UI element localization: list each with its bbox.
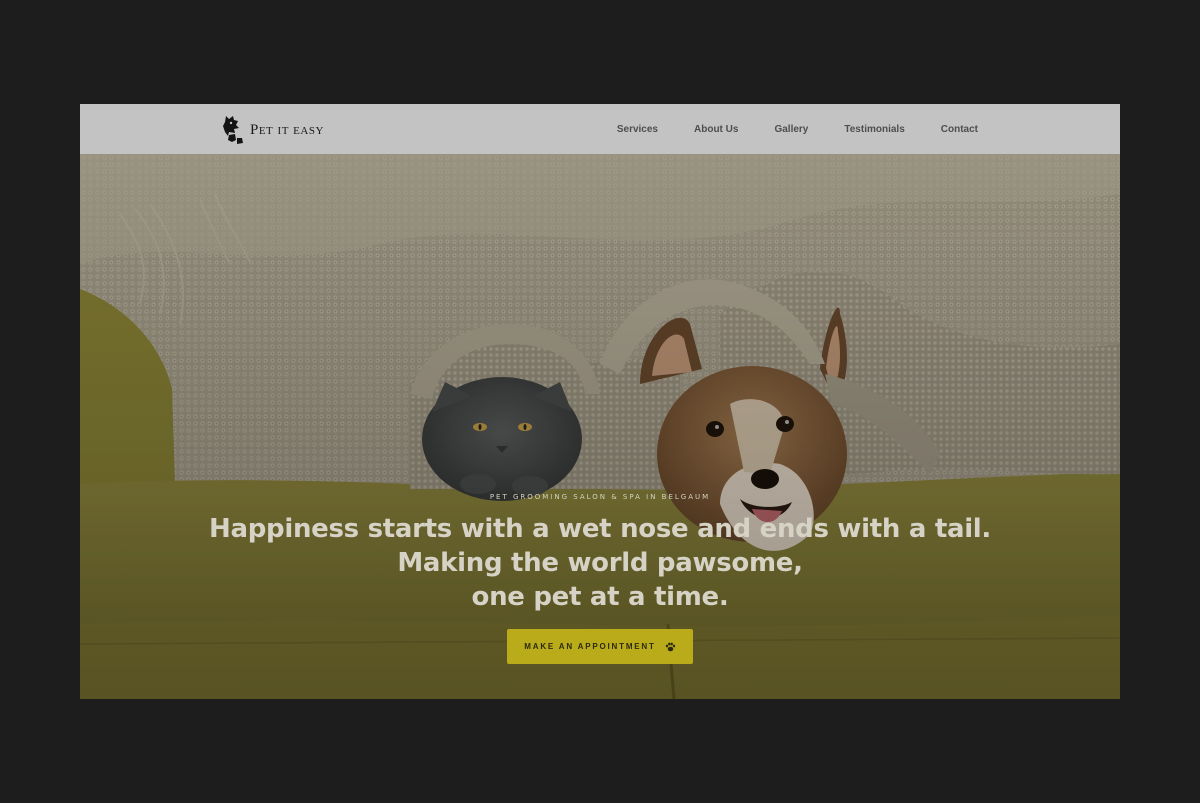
nav-contact[interactable]: Contact <box>941 124 978 135</box>
pet-logo-icon <box>223 116 243 144</box>
cta-label: MAKE AN APPOINTMENT <box>524 642 656 651</box>
brand-logo[interactable]: Pet it easy <box>220 114 324 146</box>
website-frame: Pet it easy Services About Us Gallery Te… <box>80 104 1120 699</box>
hero-image <box>80 154 1120 699</box>
nav-gallery[interactable]: Gallery <box>774 124 808 135</box>
nav-about-us[interactable]: About Us <box>694 124 738 135</box>
headline-line-1: Happiness starts with a wet nose and end… <box>209 514 991 544</box>
headline-line-3: one pet at a time. <box>471 582 729 612</box>
hero-section <box>80 154 1120 699</box>
paw-icon <box>665 642 675 651</box>
headline-line-2: Making the world pawsome, <box>397 548 803 578</box>
make-appointment-button[interactable]: MAKE AN APPOINTMENT <box>507 629 693 664</box>
main-nav: Services About Us Gallery Testimonials C… <box>617 104 978 154</box>
nav-testimonials[interactable]: Testimonials <box>844 124 904 135</box>
hero-headline: Happiness starts with a wet nose and end… <box>80 512 1120 614</box>
hero-tagline: PET GROOMING SALON & SPA IN BELGAUM <box>489 493 711 501</box>
brand-name: Pet it easy <box>250 121 324 138</box>
navbar: Pet it easy Services About Us Gallery Te… <box>80 104 1120 154</box>
nav-services[interactable]: Services <box>617 124 658 135</box>
